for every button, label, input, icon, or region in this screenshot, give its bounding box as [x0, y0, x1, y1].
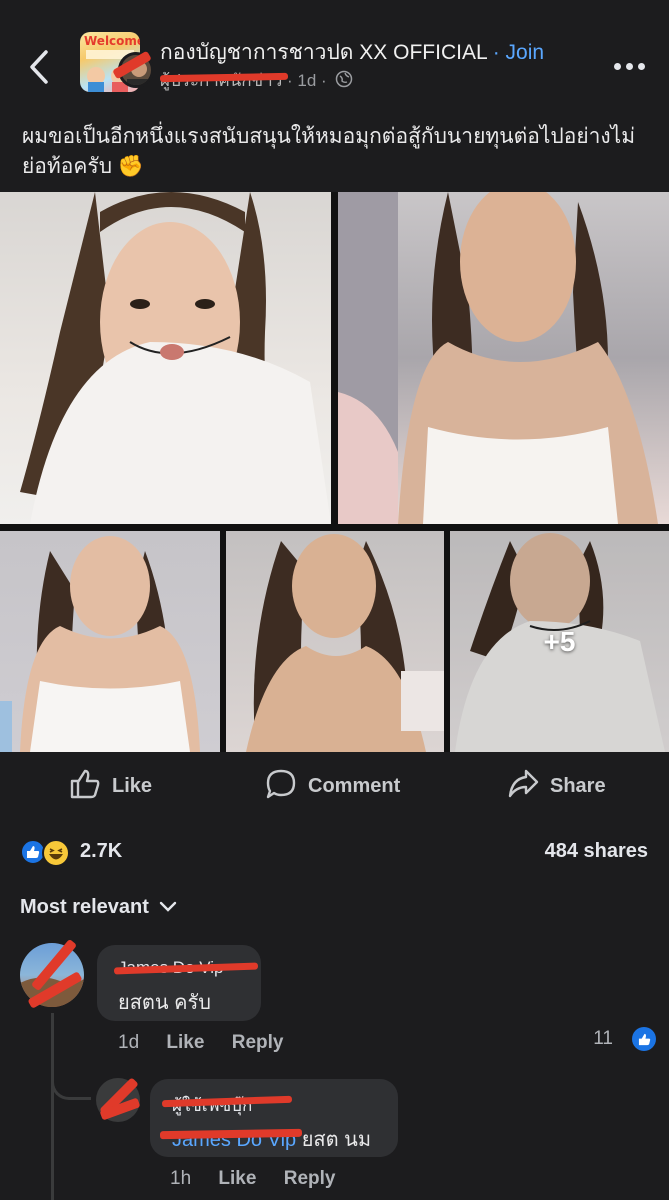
post-text: ผมขอเป็นอีกหนึ่งแรงสนับสนุนให้หมอมุกต่อส… [22, 125, 636, 178]
comment-sort-label: Most relevant [20, 896, 149, 918]
globe-icon [335, 70, 353, 93]
more-photos-overlay[interactable]: +5 [450, 531, 669, 752]
photo-3[interactable] [0, 531, 220, 752]
like-button[interactable]: Like [68, 766, 152, 806]
reply-like-link[interactable]: Like [218, 1168, 256, 1189]
comment-like-count[interactable]: 11 [593, 1028, 613, 1050]
more-dots-icon[interactable] [612, 58, 648, 76]
group-name-text[interactable]: กองบัญชาการชาวปด XX OFFICIAL [160, 41, 487, 64]
back-chevron-icon[interactable] [22, 46, 58, 88]
reply-text: James Do Vip ยสต นม [172, 1123, 371, 1155]
reply-meta: 1h Like Reply [170, 1168, 335, 1190]
reaction-count[interactable]: 2.7K [80, 840, 122, 863]
chevron-down-icon [149, 896, 177, 919]
like-thumb-icon [68, 767, 112, 806]
group-name[interactable]: กองบัญชาการชาวปด XX OFFICIAL · Join [160, 36, 544, 69]
like-reaction-icon[interactable] [632, 1027, 656, 1051]
comment-time: 1d [118, 1032, 140, 1053]
comment-like-link[interactable]: Like [166, 1032, 204, 1053]
photo-5-more[interactable]: +5 [450, 531, 669, 752]
post-time[interactable]: · 1d · [287, 71, 327, 90]
join-button[interactable]: · Join [493, 41, 544, 64]
comment-label: Comment [308, 774, 401, 797]
comment-meta: 1d Like Reply [118, 1032, 283, 1054]
like-label: Like [112, 774, 153, 797]
reply-time: 1h [170, 1168, 192, 1189]
post-header: Welcome กองบัญชาการชาวปด XX OFFICIAL · J… [0, 0, 669, 110]
comment-button[interactable]: Comment [264, 766, 400, 806]
reaction-icons[interactable] [20, 837, 78, 867]
comment-bubble-icon [264, 767, 308, 806]
photo-4[interactable] [226, 531, 444, 752]
comment-reply-link[interactable]: Reply [232, 1032, 284, 1053]
thread-line [51, 1013, 54, 1200]
share-button[interactable]: Share [506, 766, 606, 806]
photo-gallery: +5 [0, 192, 669, 752]
share-arrow-icon [506, 767, 550, 806]
haha-reaction-icon [42, 839, 70, 867]
share-count[interactable]: 484 shares [545, 840, 648, 863]
photo-1[interactable] [0, 192, 331, 524]
reply-text-body: ยสต นม [296, 1129, 372, 1151]
more-photos-count: +5 [543, 625, 576, 657]
post-actions: Like Comment Share [0, 760, 669, 812]
comment-sort[interactable]: Most relevant [20, 896, 177, 919]
reply-reply-link[interactable]: Reply [284, 1168, 336, 1189]
thread-hook [51, 1060, 91, 1100]
comment-text: ยสตน ครับ [118, 992, 211, 1014]
share-label: Share [550, 774, 606, 797]
post-stats: 2.7K 484 shares [0, 832, 669, 872]
photo-2[interactable] [338, 192, 669, 524]
